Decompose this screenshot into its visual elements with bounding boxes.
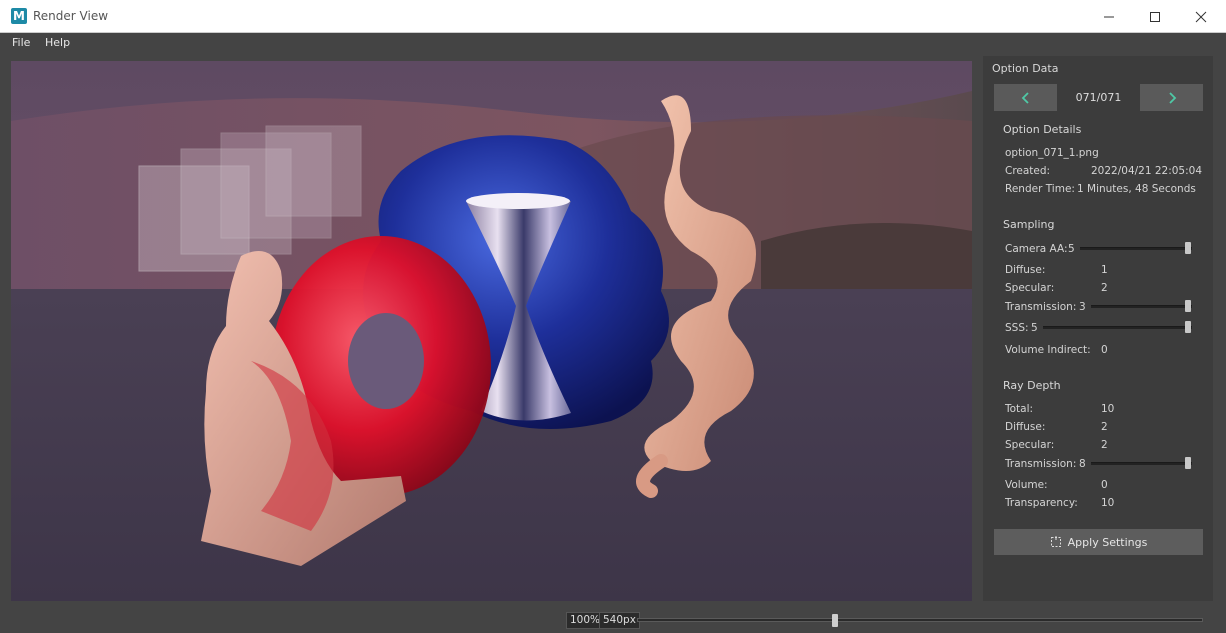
title-bar: M Render View [0, 0, 1226, 33]
apply-settings-label: Apply Settings [1067, 535, 1148, 549]
window-title: Render View [33, 9, 109, 23]
sampling-transmission-slider-track[interactable] [1091, 305, 1192, 308]
ray-volume-label: Volume: [1005, 479, 1048, 491]
apply-settings-button[interactable]: Apply Settings [994, 529, 1203, 555]
close-icon [1195, 11, 1207, 22]
option-counter: 071/071 [1075, 91, 1122, 104]
camera-aa-slider-track[interactable] [1080, 247, 1192, 250]
volume-indirect-label: Volume Indirect: [1005, 344, 1091, 356]
menu-help[interactable]: Help [45, 36, 70, 49]
ray-total-label: Total: [1005, 403, 1034, 415]
option-data-panel: Option Data 071/071 Option Details optio… [983, 56, 1213, 601]
ray-transmission-slider-track[interactable] [1091, 462, 1192, 465]
ray-transmission-value: 8 [1079, 458, 1086, 470]
minimize-icon [1104, 16, 1114, 17]
volume-indirect-value: 0 [1101, 344, 1108, 356]
camera-aa-value: 5 [1068, 243, 1075, 255]
chevron-right-icon [1168, 91, 1176, 104]
ray-specular-value: 2 [1101, 439, 1108, 451]
sampling-specular-label: Specular: [1005, 282, 1055, 294]
ray-transmission-slider-handle[interactable] [1185, 457, 1191, 469]
menu-bar: File Help [0, 33, 1226, 53]
created-label: Created: [1005, 165, 1051, 177]
rendered-image [11, 61, 972, 601]
previous-option-button[interactable] [994, 84, 1057, 111]
ray-specular-label: Specular: [1005, 439, 1055, 451]
sampling-diffuse-label: Diffuse: [1005, 264, 1046, 276]
sampling-heading: Sampling [1003, 218, 1055, 231]
render-time-label: Render Time: [1005, 183, 1075, 195]
ray-diffuse-value: 2 [1101, 421, 1108, 433]
chevron-left-icon [1021, 91, 1029, 104]
menu-file[interactable]: File [12, 36, 30, 49]
minimize-button[interactable] [1086, 0, 1132, 33]
sampling-diffuse-value: 1 [1101, 264, 1108, 276]
app-logo-icon: M [11, 8, 27, 24]
apply-settings-icon [1050, 536, 1061, 547]
ray-transparency-value: 10 [1101, 497, 1115, 509]
sss-slider-handle[interactable] [1185, 321, 1191, 333]
option-details-heading: Option Details [1003, 123, 1082, 136]
zoom-pixel-field[interactable]: 540px [599, 612, 640, 629]
sss-value: 5 [1031, 322, 1038, 334]
close-button[interactable] [1178, 0, 1224, 33]
sampling-specular-value: 2 [1101, 282, 1108, 294]
ray-diffuse-label: Diffuse: [1005, 421, 1046, 433]
sss-label: SSS: [1005, 322, 1029, 334]
zoom-slider-handle[interactable] [832, 614, 838, 627]
camera-aa-slider-handle[interactable] [1185, 242, 1191, 254]
ray-transparency-label: Transparency: [1005, 497, 1078, 509]
ray-transmission-label: Transmission: [1005, 458, 1077, 470]
sampling-transmission-value: 3 [1079, 301, 1086, 313]
created-value: 2022/04/21 22:05:04 [1091, 165, 1203, 177]
option-filename: option_071_1.png [1005, 147, 1099, 159]
maximize-icon [1150, 11, 1160, 22]
render-time-value: 1 Minutes, 48 Seconds [1077, 183, 1196, 195]
render-viewport[interactable] [11, 61, 972, 601]
option-data-heading: Option Data [992, 62, 1059, 75]
ray-depth-heading: Ray Depth [1003, 379, 1061, 392]
ray-volume-value: 0 [1101, 479, 1108, 491]
status-bar: 100% 540px [0, 606, 1226, 633]
next-option-button[interactable] [1140, 84, 1203, 111]
panel-gutter [1213, 56, 1226, 606]
sampling-transmission-slider-handle[interactable] [1185, 300, 1191, 312]
maximize-button[interactable] [1132, 0, 1178, 33]
sss-slider-track[interactable] [1043, 326, 1192, 329]
camera-aa-label: Camera AA: [1005, 243, 1068, 255]
zoom-slider-track[interactable] [637, 618, 1203, 622]
sampling-transmission-label: Transmission: [1005, 301, 1077, 313]
ray-total-value: 10 [1101, 403, 1115, 415]
